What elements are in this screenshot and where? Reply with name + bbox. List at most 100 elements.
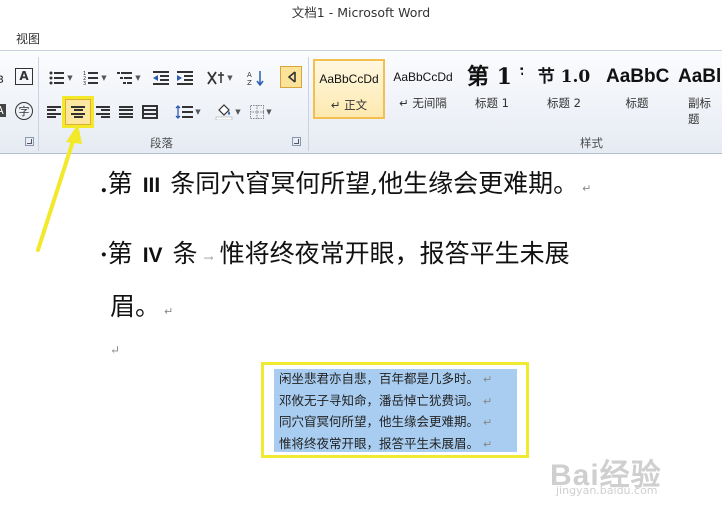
bullets-icon	[49, 71, 65, 85]
decrease-indent-icon	[153, 71, 169, 85]
increase-indent-button[interactable]	[174, 67, 196, 89]
document-page[interactable]: .第 III 条同穴窅冥何所望,他生缘会更难期。 ↵ ·第 IV 条 → 惟将终夜常开眼，报答…	[0, 155, 722, 513]
chevron-down-icon: ▼	[135, 74, 141, 82]
paragraph-mark-icon	[287, 71, 296, 83]
style-sample: AaBbCcDd	[393, 70, 453, 84]
watermark: Bai经验 jingyan.baidu.com	[550, 450, 662, 497]
svg-text:A: A	[247, 71, 252, 79]
sort-button[interactable]: A Z	[244, 67, 268, 89]
style-heading-1[interactable]: 第 1 节 标题 1	[461, 59, 523, 119]
show-hide-marks-button[interactable]	[280, 66, 302, 88]
text-box[interactable]: 闲坐悲君亦自悲，百年都是几多时。 ↵ 邓攸无子寻知命，潘岳悼亡犹费词。 ↵ 同穴窅冥…	[261, 362, 529, 458]
paragraph-line-3[interactable]: 眉。 ↵	[110, 287, 173, 323]
justify-icon	[119, 106, 133, 118]
style-subtitle[interactable]: AaBl 副标题	[674, 59, 722, 126]
style-name: 副标题	[688, 96, 711, 126]
style-name: 标题 1	[475, 96, 509, 110]
chevron-down-icon: ▼	[67, 74, 73, 82]
paragraph-dialog-launcher-icon[interactable]	[292, 137, 301, 146]
justify-button[interactable]	[116, 101, 136, 123]
watermark-site: jingyan.baidu.com	[556, 484, 658, 497]
group-separator	[308, 57, 309, 151]
multilevel-list-button[interactable]: ▼	[114, 67, 144, 89]
text-highlight-icon[interactable]: A	[0, 99, 6, 121]
style-sample: 节 1.0	[537, 67, 591, 87]
align-right-button[interactable]	[93, 101, 113, 123]
selection-highlight: 闲坐悲君亦自悲，百年都是几多时。 ↵ 邓攸无子寻知命，潘岳悼亡犹费词。 ↵ 同穴窅冥…	[274, 369, 517, 452]
align-left-button[interactable]	[44, 101, 64, 123]
line2-suffix: 条	[172, 239, 198, 268]
style-no-spacing[interactable]: AaBbCcDd ↵ 无间隔	[387, 59, 459, 119]
font-dialog-launcher-icon[interactable]	[25, 137, 34, 146]
asian-layout-icon	[207, 71, 225, 85]
style-sample: AaBl	[678, 66, 722, 87]
paragraph-mark-icon: ↵	[483, 416, 493, 429]
borders-button[interactable]: ▼	[246, 101, 276, 123]
align-center-icon	[71, 106, 85, 118]
bullet-mark: .	[100, 172, 108, 198]
paragraph-mark-icon: ↵	[483, 394, 493, 408]
window-title: 文档1 - Microsoft Word	[0, 0, 722, 26]
line1-prefix: 第	[107, 169, 133, 198]
tab-view[interactable]: 视图	[16, 30, 40, 47]
distributed-icon	[142, 105, 158, 119]
paragraph-line-1[interactable]: .第 III 条同穴窅冥何所望,他生缘会更难期。 ↵	[100, 164, 591, 200]
line2-prefix: 第	[107, 239, 133, 268]
borders-icon	[250, 105, 265, 119]
multilevel-list-icon	[117, 72, 133, 84]
enclose-characters-icon: 字	[15, 102, 33, 120]
chevron-down-icon: ▼	[227, 74, 233, 82]
style-name: 标题	[625, 96, 649, 110]
sort-icon: A Z	[247, 71, 264, 86]
enclose-characters-button[interactable]: 字	[14, 100, 34, 122]
chevron-down-icon: ▼	[195, 108, 201, 116]
style-normal[interactable]: AaBbCcDd ↵ 正文	[313, 59, 385, 119]
bullets-button[interactable]: ▼	[46, 67, 76, 89]
paragraph-mark-icon: ↵	[483, 437, 493, 451]
line2-numeral: IV	[142, 244, 163, 267]
style-title[interactable]: AaBbC 标题	[602, 59, 672, 119]
highlight-fragment: A	[0, 103, 6, 117]
textbox-line-text: 同穴窅冥何所望，他生缘会更难期。	[279, 414, 480, 429]
ribbon: ɜ A A 字 ▼ 1 2 3 ▼ ▼	[0, 50, 722, 154]
align-center-button[interactable]	[62, 96, 94, 128]
numbering-button[interactable]: 1 2 3 ▼	[80, 67, 110, 89]
asian-layout-button[interactable]: ▼	[204, 67, 236, 89]
font-fragment-glyph: ɜ	[0, 72, 4, 85]
paragraph-mark-icon: ↵	[164, 305, 174, 318]
style-sample: AaBbC	[606, 66, 670, 87]
decrease-indent-button[interactable]	[150, 67, 172, 89]
textbox-line-text: 惟将终夜常开眼，报答平生未展眉。	[279, 435, 480, 451]
style-sample: 第 1 节	[467, 64, 523, 90]
textbox-line[interactable]: 惟将终夜常开眼，报答平生未展眉。 ↵	[274, 434, 517, 456]
line-spacing-button[interactable]: ▼	[172, 101, 204, 123]
distributed-button[interactable]	[140, 101, 160, 123]
textbox-line[interactable]: 邓攸无子寻知命，潘岳悼亡犹费词。 ↵	[274, 391, 517, 413]
align-left-icon	[47, 106, 61, 118]
svg-text:Z: Z	[247, 79, 252, 86]
textbox-line-text: 邓攸无子寻知命，潘岳悼亡犹费词。	[279, 392, 480, 408]
paragraph-mark-icon: ↵	[582, 182, 592, 195]
style-heading-2[interactable]: 节 1.0 标题 2	[528, 59, 600, 119]
paragraph-mark-icon: ↵	[483, 373, 493, 386]
line1-numeral: III	[142, 174, 161, 197]
style-name: 标题 2	[547, 96, 581, 110]
textbox-line-text: 闲坐悲君亦自悲，百年都是几多时。	[279, 371, 480, 386]
style-sample: AaBbCcDd	[319, 72, 379, 86]
textbox-line[interactable]: 闲坐悲君亦自悲，百年都是几多时。 ↵	[274, 369, 517, 391]
chevron-down-icon: ▼	[266, 108, 272, 116]
paragraph-line-2[interactable]: ·第 IV 条 → 惟将终夜常开眼，报答平生未展	[100, 234, 570, 270]
style-name: ↵ 无间隔	[399, 96, 447, 110]
styles-group-label: 样式	[580, 136, 603, 150]
shading-button[interactable]: ▼	[212, 101, 244, 123]
increase-indent-icon	[177, 71, 193, 85]
font-fragment-icon[interactable]: ɜ	[0, 67, 8, 89]
line3-text: 眉。	[110, 292, 161, 321]
textbox-line[interactable]: 同穴窅冥何所望，他生缘会更难期。 ↵	[274, 412, 517, 434]
character-border-button[interactable]: A	[14, 65, 34, 87]
group-separator	[38, 57, 39, 151]
svg-text:ɜ: ɜ	[0, 72, 4, 85]
chevron-down-icon: ▼	[101, 74, 107, 82]
character-border-glyph: A	[15, 67, 33, 85]
line2-text: 惟将终夜常开眼，报答平生未展	[219, 239, 570, 268]
